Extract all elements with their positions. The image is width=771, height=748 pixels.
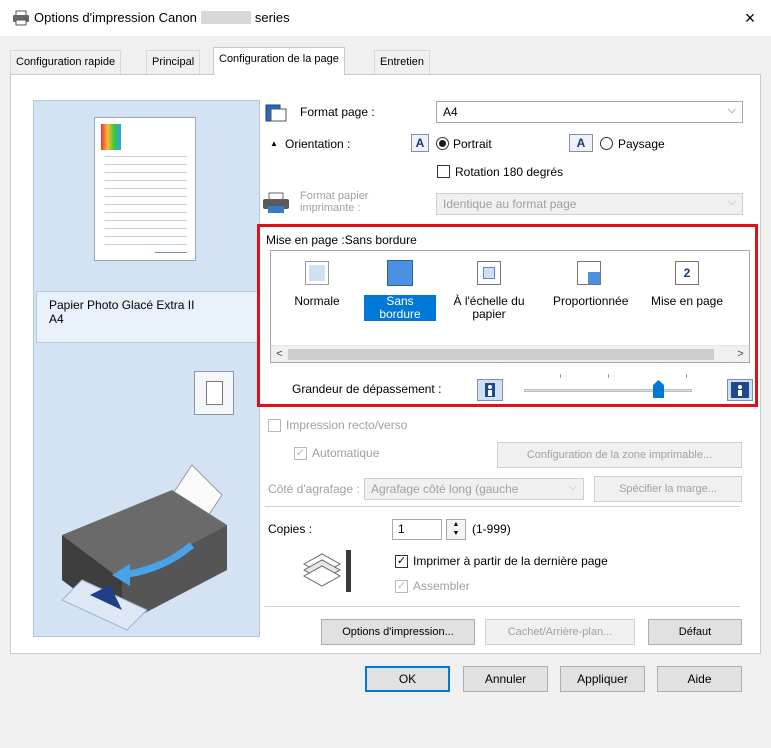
printer-paper-select: Identique au format page ⌵ [436, 193, 743, 215]
reverse-order-checkbox[interactable]: ✓ [395, 555, 408, 568]
bullet-icon: ▲ [270, 139, 278, 148]
layout-item-scaled[interactable]: Proportionnée [552, 259, 628, 308]
scaled-layout-icon [575, 259, 603, 287]
portrait-radio[interactable] [436, 137, 449, 150]
tab-quick-setup[interactable]: Configuration rapide [10, 50, 122, 74]
printer-paper-value: Identique au format page [443, 197, 577, 211]
tab-maintenance[interactable]: Entretien [374, 50, 431, 74]
page-layout-label: Mise en page :Sans bordure [266, 233, 417, 247]
printer-illustration-icon [61, 464, 227, 631]
printer-icon [13, 10, 29, 26]
defaults-button[interactable]: Défaut [648, 619, 742, 645]
rotate-180-label: Rotation 180 degrés [455, 165, 564, 179]
page-layout-icon: 2 [673, 259, 701, 287]
extension-slider[interactable] [524, 389, 692, 392]
printer-paper-icon [263, 192, 289, 213]
tab-page-setup[interactable]: Configuration de la page [213, 47, 345, 75]
duplex-checkbox [268, 419, 281, 432]
ok-button[interactable]: OK [365, 666, 450, 692]
printer-paper-label: Format papier imprimante : [300, 190, 369, 214]
copies-stack-icon [302, 550, 351, 592]
print-options-button[interactable]: Options d'impression... [321, 619, 475, 645]
chevron-up-icon[interactable]: ▲ [447, 520, 465, 529]
collate-checkbox: ✓ [395, 580, 408, 593]
media-type: Papier Photo Glacé Extra II [49, 298, 195, 312]
scroll-thumb[interactable] [288, 349, 714, 360]
page-size-select[interactable]: A4 ⌵ [436, 101, 743, 123]
color-block-icon [101, 124, 121, 150]
scroll-left-arrow[interactable]: < [271, 346, 288, 363]
borderless-layout-icon [386, 259, 414, 287]
extension-min-icon[interactable] [477, 379, 503, 401]
orientation-label: Orientation : [285, 137, 351, 151]
auto-duplex-checkbox: ✓ [294, 447, 307, 460]
chevron-down-icon: ⌵ [727, 104, 736, 116]
portrait-label: Portrait [453, 137, 492, 151]
layout-item-page-layout[interactable]: 2 Mise en page [644, 259, 730, 308]
printable-area-button: Configuration de la zone imprimable... [497, 442, 742, 468]
reverse-order-label: Imprimer à partir de la dernière page [413, 554, 608, 568]
auto-duplex-label: Automatique [312, 446, 380, 460]
tab-main[interactable]: Principal [146, 50, 201, 74]
stapling-side-value: Agrafage côté long (gauche [371, 482, 519, 496]
media-info: Papier Photo Glacé Extra II A4 [36, 291, 258, 343]
help-button[interactable]: Aide [657, 666, 742, 692]
layout-item-fit-to-page[interactable]: À l'échelle du papier [449, 259, 529, 321]
scroll-right-arrow[interactable]: > [732, 346, 749, 363]
collate-label: Assembler [413, 579, 470, 593]
specify-margin-button: Spécifier la marge... [594, 476, 742, 502]
cancel-button[interactable]: Annuler [463, 666, 548, 692]
extension-amount-label: Grandeur de dépassement : [292, 382, 442, 396]
page-size-icon [265, 104, 287, 122]
layout-scrollbar[interactable]: < > [271, 345, 749, 362]
duplex-label: Impression recto/verso [286, 418, 408, 432]
copies-spinner[interactable]: ▲ ▼ [446, 519, 466, 540]
landscape-label: Paysage [618, 137, 665, 151]
landscape-a-icon: A [569, 134, 593, 152]
paper-preview [94, 117, 196, 261]
chevron-down-icon: ⌵ [568, 481, 577, 493]
page-size-value: A4 [443, 105, 458, 119]
stapling-side-label: Côté d'agrafage : [268, 482, 360, 496]
title-bar: Options d'impression Canon series × [0, 0, 771, 36]
stamp-background-button: Cachet/Arrière-plan... [485, 619, 635, 645]
layout-item-borderless[interactable]: Sans bordure [364, 259, 436, 321]
chevron-down-icon[interactable]: ▼ [447, 529, 465, 538]
close-button[interactable]: × [738, 6, 762, 30]
apply-button[interactable]: Appliquer [560, 666, 645, 692]
portrait-a-icon: A [411, 134, 429, 152]
copies-input[interactable]: 1 [392, 519, 442, 540]
extension-max-icon[interactable] [727, 379, 753, 401]
window-title: Options d'impression Canon series [34, 10, 290, 25]
rotate-180-checkbox[interactable] [437, 165, 450, 178]
chevron-down-icon: ⌵ [727, 196, 736, 208]
copies-label: Copies : [268, 522, 313, 536]
fit-to-page-icon [475, 259, 503, 287]
normal-layout-icon [303, 259, 331, 287]
layout-item-normal[interactable]: Normale [283, 259, 351, 308]
page-size-label: Format page : [300, 105, 375, 119]
stapling-side-select: Agrafage côté long (gauche ⌵ [364, 478, 584, 500]
media-size: A4 [49, 312, 64, 326]
landscape-radio[interactable] [600, 137, 613, 150]
window-title-prefix: Options d'impression Canon [34, 10, 197, 25]
model-name-redacted [200, 11, 251, 24]
window-title-suffix: series [254, 10, 290, 25]
copies-range: (1-999) [472, 522, 511, 536]
extension-slider-thumb[interactable] [653, 380, 665, 398]
orientation-preview-button[interactable] [194, 371, 234, 415]
